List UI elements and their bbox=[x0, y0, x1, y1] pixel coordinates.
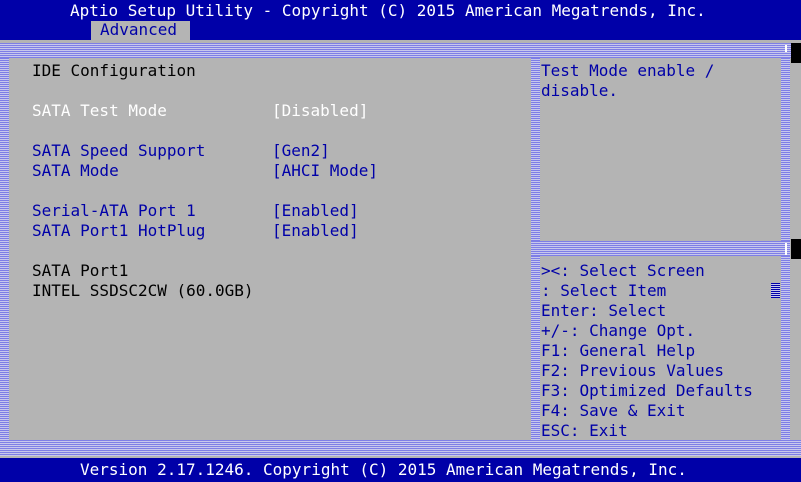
key-hint-change-opt: +/-: Change Opt. bbox=[541, 321, 696, 340]
help-text-line-1: Test Mode enable / bbox=[541, 61, 715, 80]
scroll-marker-icon bbox=[785, 45, 787, 52]
setting-value-sata-port1-hotplug[interactable]: [Enabled] bbox=[272, 221, 359, 241]
setting-value-sata-test-mode[interactable]: [Disabled] bbox=[272, 101, 368, 121]
page-title: IDE Configuration bbox=[32, 61, 196, 80]
help-keys-divider bbox=[531, 241, 790, 256]
help-text-line-2: disable. bbox=[541, 81, 619, 100]
setting-label-sata-test-mode[interactable]: SATA Test Mode bbox=[32, 101, 167, 121]
key-hint-select-item: : Select Item bbox=[541, 281, 667, 300]
key-hint-esc: ESC: Exit bbox=[541, 421, 628, 440]
port-device-info: INTEL SSDSC2CW (60.0GB) bbox=[32, 281, 254, 300]
help-scroll-thumb[interactable] bbox=[771, 283, 780, 298]
panel-bottom-border bbox=[0, 440, 801, 456]
key-hint-enter: Enter: Select bbox=[541, 301, 667, 320]
key-hint-f3: F3: Optimized Defaults bbox=[541, 381, 753, 400]
scrollbar-top-thumb[interactable] bbox=[791, 43, 801, 63]
key-hint-f1: F1: General Help bbox=[541, 341, 696, 360]
port-label: SATA Port1 bbox=[32, 261, 129, 280]
scrollbar-middle-thumb[interactable] bbox=[791, 239, 801, 259]
panel-top-border bbox=[0, 43, 792, 58]
setting-label-serial-ata-port-1[interactable]: Serial-ATA Port 1 bbox=[32, 201, 196, 221]
setting-label-sata-port1-hotplug[interactable]: SATA Port1 HotPlug bbox=[32, 221, 205, 241]
app-title: Aptio Setup Utility - Copyright (C) 2015… bbox=[70, 1, 706, 20]
key-hint-select-screen: ><: Select Screen bbox=[541, 261, 705, 280]
setting-value-sata-mode[interactable]: [AHCI Mode] bbox=[272, 161, 378, 181]
scroll-marker-icon bbox=[785, 243, 787, 255]
setting-value-sata-speed-support[interactable]: [Gen2] bbox=[272, 141, 330, 161]
key-hint-f4: F4: Save & Exit bbox=[541, 401, 686, 420]
setting-label-sata-mode[interactable]: SATA Mode bbox=[32, 161, 119, 181]
tab-advanced-label[interactable]: Advanced bbox=[100, 20, 177, 40]
key-hint-f2: F2: Previous Values bbox=[541, 361, 725, 380]
panel-left-border bbox=[0, 58, 9, 440]
setting-label-sata-speed-support[interactable]: SATA Speed Support bbox=[32, 141, 205, 161]
setting-value-serial-ata-port-1[interactable]: [Enabled] bbox=[272, 201, 359, 221]
footer-version: Version 2.17.1246. Copyright (C) 2015 Am… bbox=[80, 460, 687, 479]
